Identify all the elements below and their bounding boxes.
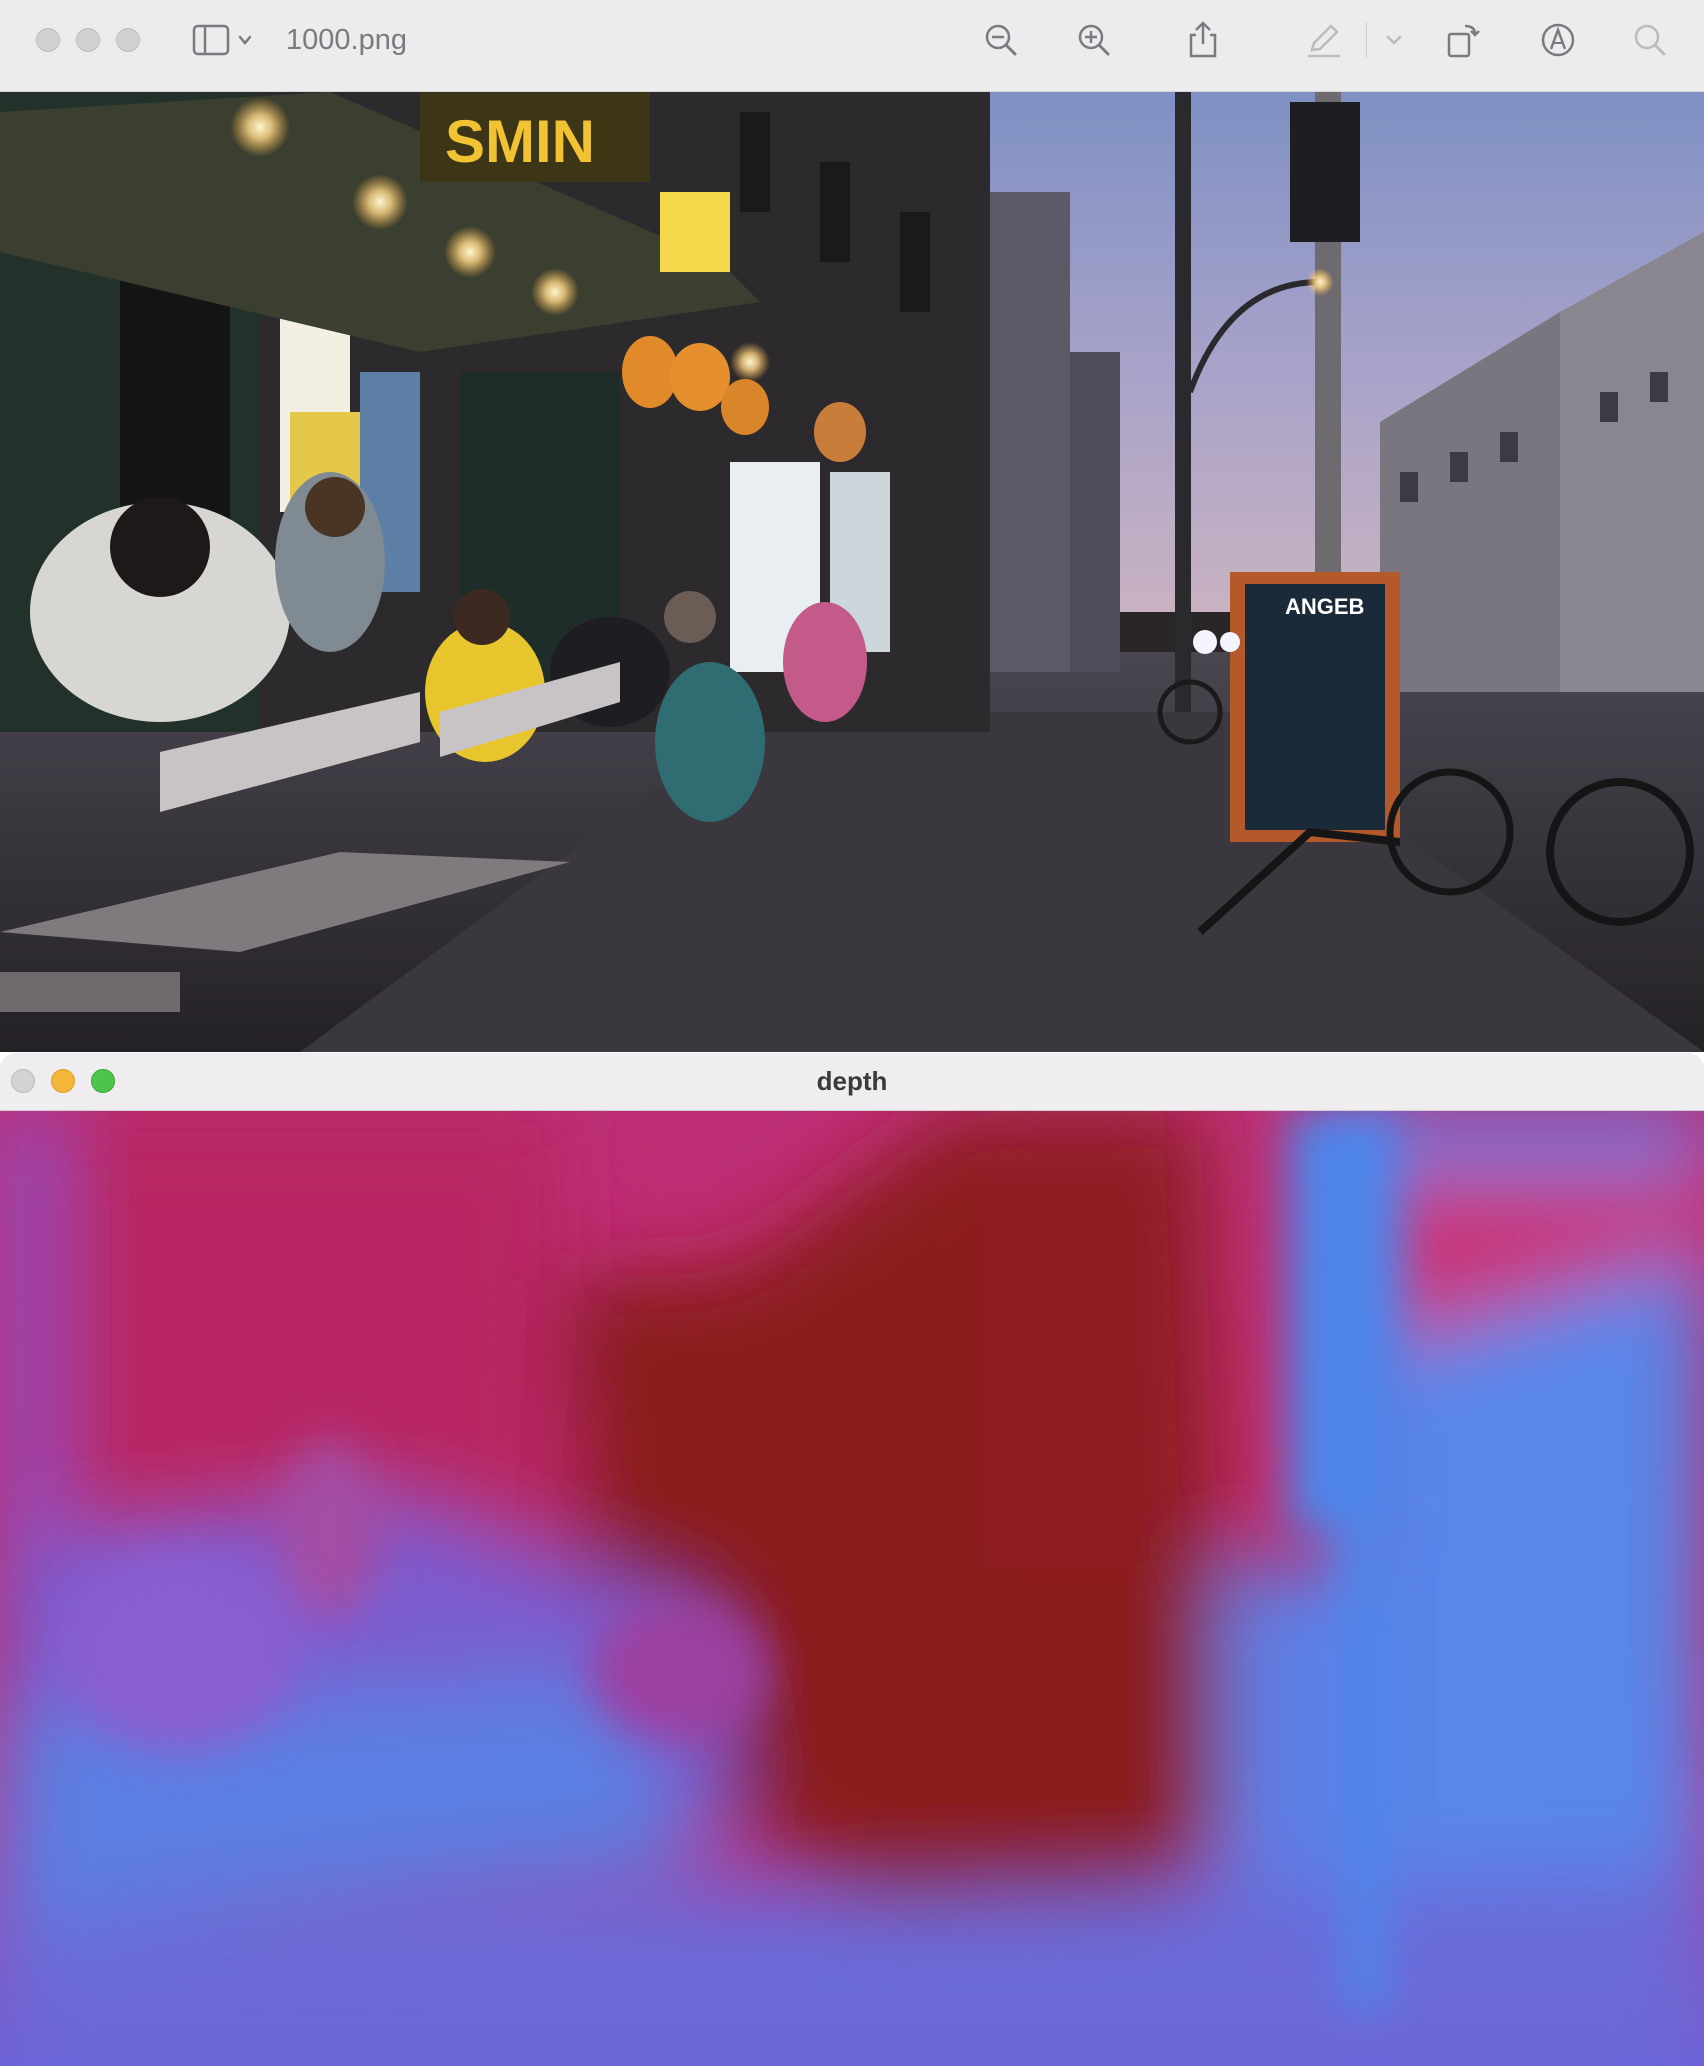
window-title: 1000.png: [286, 24, 407, 56]
street-photo: SMIN ANGEB: [0, 92, 1704, 1052]
street-photo-illustration: SMIN ANGEB: [0, 92, 1704, 1052]
toolbar-separator: [1366, 22, 1367, 58]
pencil-icon[interactable]: [1304, 18, 1344, 62]
minimize-button[interactable]: [76, 28, 100, 52]
zoom-out-icon[interactable]: [981, 18, 1021, 62]
depth-titlebar: depth: [0, 1053, 1704, 1111]
chevron-down-icon[interactable]: [1374, 18, 1414, 62]
sign-board-text: ANGEB: [1285, 594, 1364, 619]
zoom-button[interactable]: [116, 28, 140, 52]
depth-map-image: [0, 1111, 1704, 2066]
depth-window-title: depth: [816, 1066, 888, 1096]
search-icon[interactable]: [1630, 18, 1670, 62]
rotate-icon[interactable]: [1443, 18, 1483, 62]
restaurant-sign: SMIN: [445, 108, 595, 175]
close-button[interactable]: [36, 28, 60, 52]
sidebar-toggle-icon[interactable]: [190, 18, 260, 62]
preview-window: 1000.png SMIN ANGEB: [0, 0, 1704, 1052]
markup-circle-icon[interactable]: [1538, 18, 1578, 62]
depth-window: depth: [0, 1053, 1704, 2066]
share-icon[interactable]: [1183, 18, 1223, 62]
depth-map-illustration: [0, 1111, 1704, 2066]
preview-titlebar: 1000.png: [0, 0, 1704, 92]
zoom-in-icon[interactable]: [1074, 18, 1114, 62]
